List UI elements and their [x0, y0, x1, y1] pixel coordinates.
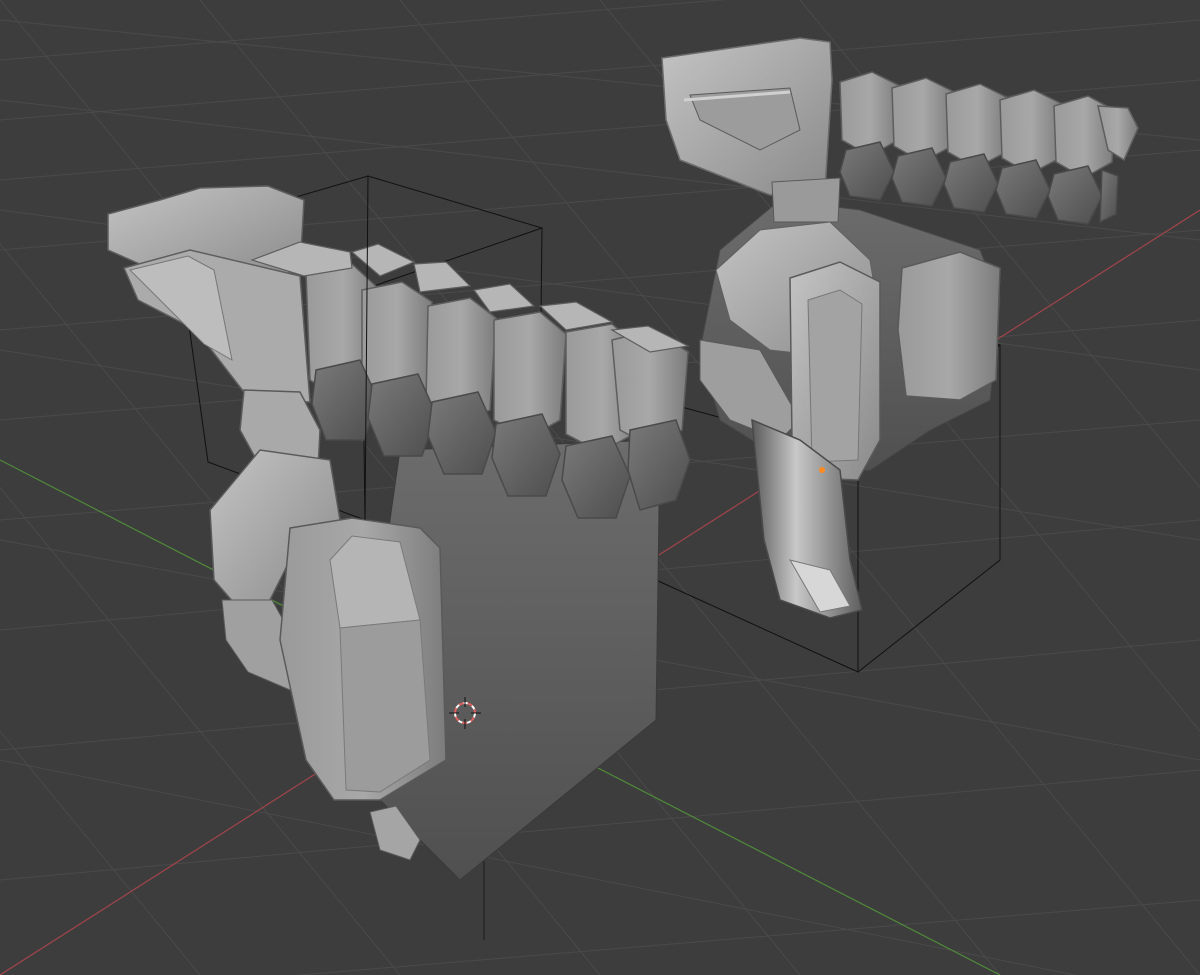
- object-origin-dot: [819, 467, 825, 473]
- 3d-viewport[interactable]: [0, 0, 1200, 975]
- viewport-canvas[interactable]: [0, 0, 1200, 975]
- near-segmented-armor-piece[interactable]: [107, 175, 691, 881]
- far-segmented-armor-piece[interactable]: [655, 37, 1139, 673]
